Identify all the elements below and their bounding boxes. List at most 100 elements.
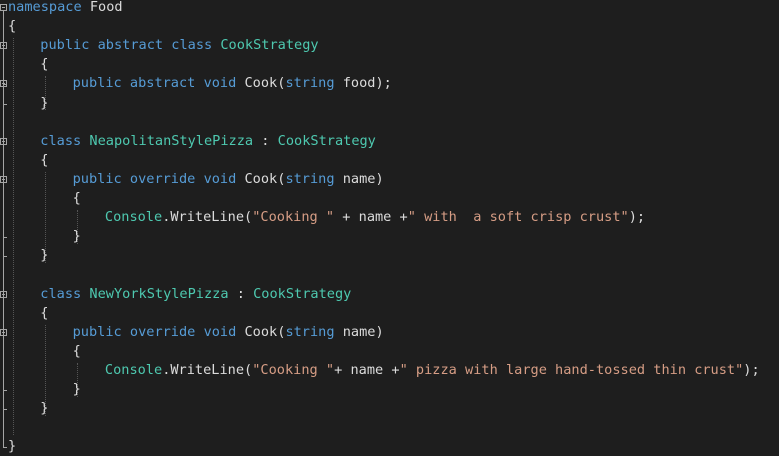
- code-token: }: [40, 400, 49, 417]
- code-editor[interactable]: namespace Food{public abstract class Coo…: [0, 0, 779, 454]
- code-token: }: [72, 228, 81, 245]
- code-token: + name +: [334, 361, 400, 378]
- code-line[interactable]: {: [40, 304, 48, 323]
- code-token: " with a soft crisp crust": [407, 209, 629, 226]
- code-token: class: [40, 285, 82, 302]
- code-line[interactable]: {: [40, 151, 48, 170]
- code-line[interactable]: public abstract void Cook(string food);: [73, 74, 392, 93]
- code-line[interactable]: }: [8, 437, 16, 456]
- code-token: Cook: [244, 170, 278, 187]
- code-token: public: [72, 170, 122, 187]
- outline-end: [3, 237, 7, 239]
- code-line[interactable]: public override void Cook(string name): [73, 170, 384, 189]
- code-token: :: [228, 285, 254, 302]
- code-line[interactable]: {: [73, 342, 81, 361]
- code-line[interactable]: Console.WriteLine("Cooking " + name +" w…: [105, 208, 645, 227]
- code-token: class: [171, 37, 213, 54]
- code-token: public: [40, 37, 90, 54]
- code-line[interactable]: {: [40, 55, 48, 74]
- code-token: {: [72, 190, 81, 206]
- code-token: {: [40, 56, 49, 73]
- indent-guide: [13, 38, 14, 436]
- code-token: );: [628, 209, 646, 226]
- code-token: WriteLine: [170, 209, 245, 226]
- code-token: {: [40, 304, 49, 321]
- code-line[interactable]: {: [8, 17, 16, 36]
- code-token: }: [72, 381, 81, 397]
- outline-line: [3, 335, 4, 390]
- outline-end: [3, 84, 7, 86]
- code-token: {: [72, 342, 81, 359]
- code-token: NeapolitanStylePizza: [89, 132, 254, 149]
- code-token: void: [203, 170, 237, 187]
- code-token: " pizza with large hand-tossed thin crus…: [399, 361, 744, 378]
- code-line[interactable]: public override void Cook(string name): [73, 323, 384, 342]
- code-token: override: [129, 323, 196, 340]
- code-line[interactable]: namespace Food: [8, 0, 123, 17]
- code-token: Cook: [244, 323, 278, 340]
- outline-end: [3, 256, 7, 258]
- code-line[interactable]: class NewYorkStylePizza : CookStrategy: [40, 285, 351, 304]
- code-token: food);: [334, 75, 392, 92]
- code-token: {: [8, 18, 17, 35]
- code-token: NewYorkStylePizza: [89, 285, 229, 302]
- code-line[interactable]: }: [73, 380, 81, 399]
- code-token: namespace: [8, 0, 82, 15]
- code-token: string: [285, 323, 335, 340]
- code-token: "Cooking ": [252, 361, 335, 378]
- code-token: WriteLine: [170, 361, 245, 378]
- code-token: name): [334, 170, 384, 187]
- code-token: public: [72, 75, 122, 92]
- code-token: abstract: [129, 75, 196, 92]
- outline-end: [3, 447, 7, 449]
- code-token: Food: [81, 0, 123, 15]
- code-token: }: [40, 247, 49, 264]
- code-line[interactable]: }: [40, 94, 48, 113]
- code-token: void: [203, 323, 237, 340]
- code-line[interactable]: public abstract class CookStrategy: [40, 36, 318, 55]
- code-token: Console: [104, 209, 163, 226]
- code-token: class: [40, 132, 82, 149]
- code-token: :: [253, 132, 278, 149]
- collapse-toggle-icon[interactable]: [0, 4, 7, 11]
- outline-end: [3, 409, 7, 411]
- outline-end: [3, 103, 7, 105]
- code-token: CookStrategy: [253, 285, 352, 302]
- outline-line: [3, 49, 4, 104]
- outline-end: [3, 390, 7, 391]
- code-token: public: [72, 323, 122, 340]
- code-token: string: [285, 170, 335, 187]
- code-token: override: [129, 170, 196, 187]
- code-token: abstract: [97, 37, 164, 54]
- code-line[interactable]: }: [40, 246, 48, 265]
- outline-line: [3, 182, 4, 238]
- code-token: (: [244, 361, 253, 378]
- code-line[interactable]: }: [40, 399, 48, 418]
- code-line[interactable]: }: [73, 227, 81, 246]
- code-token: name): [334, 323, 384, 340]
- code-token: CookStrategy: [220, 37, 319, 54]
- code-token: CookStrategy: [277, 132, 376, 149]
- code-token: Console: [104, 361, 163, 378]
- code-token: );: [743, 361, 760, 378]
- code-line[interactable]: {: [73, 189, 81, 208]
- code-token: }: [40, 94, 49, 111]
- code-token: + name +: [334, 209, 408, 226]
- code-token: void: [203, 75, 237, 92]
- code-token: string: [285, 75, 335, 92]
- code-token: "Cooking ": [252, 209, 335, 226]
- code-token: {: [40, 151, 49, 168]
- code-token: Cook: [244, 75, 278, 92]
- code-line[interactable]: class NeapolitanStylePizza : CookStrateg…: [40, 132, 376, 151]
- code-line[interactable]: Console.WriteLine("Cooking "+ name +" pi…: [105, 361, 760, 380]
